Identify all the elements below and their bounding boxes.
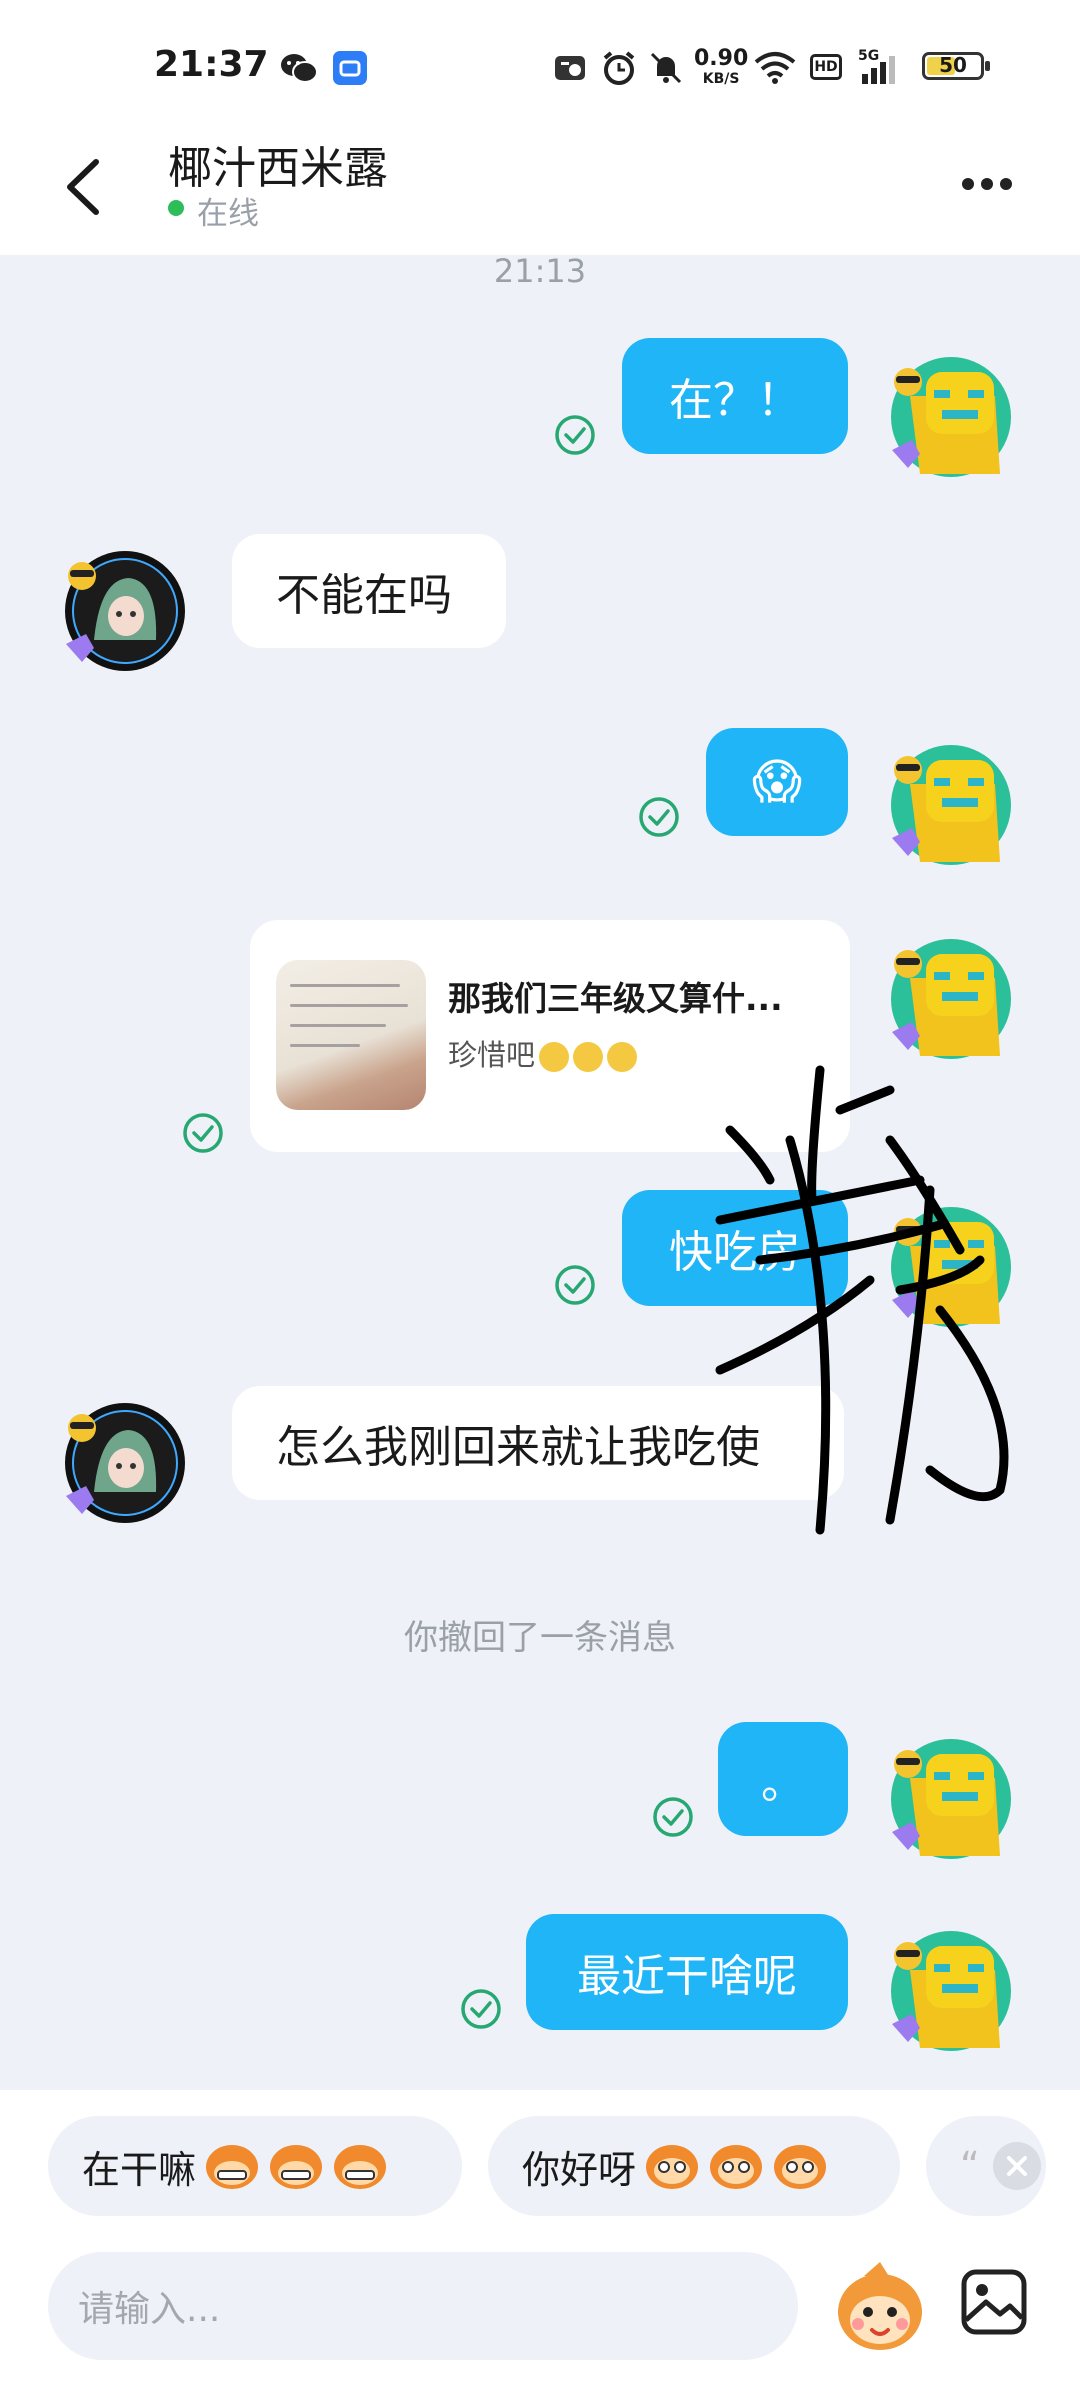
post-subtitle: 珍惜吧 [448,1032,638,1074]
incoming-message[interactable]: 怎么我刚回来就让我吃使 [232,1386,844,1500]
hd-icon: HD [810,54,842,80]
recalled-message-note: 你撤回了一条消息 [404,1618,676,1658]
status-time: 21:37 [154,44,269,85]
contact-avatar[interactable] [64,550,186,672]
post-title: 那我们三年级又算什... [448,979,783,1018]
monkey-emoji-icon [774,2145,827,2189]
quick-reply-chip[interactable]: 在干嘛 [48,2116,462,2216]
chat-timestamp: 21:13 [493,252,587,290]
signal-icon: 5G [858,48,904,84]
my-avatar[interactable] [890,938,1012,1060]
close-quick-replies-icon[interactable] [993,2142,1041,2190]
read-check-icon [554,414,596,456]
online-status-dot [168,200,184,216]
my-avatar[interactable] [890,1738,1012,1860]
outgoing-message[interactable]: 。 [718,1722,848,1836]
read-check-icon [554,1264,596,1306]
monkey-emoji-icon [206,2145,259,2189]
contact-avatar[interactable] [64,1402,186,1524]
composer-area: 在干嘛 你好呀 “ 请输入... [0,2090,1080,2400]
monkey-emoji-icon [270,2145,323,2189]
read-check-icon [460,1988,502,2030]
wechat-icon [281,54,318,83]
battery-icon: 50 [922,52,990,80]
quick-reply-chip[interactable]: 你好呀 [488,2116,900,2216]
my-avatar[interactable] [890,1930,1012,2052]
status-bar: 21:37 0.90 KB/S HD 5G 50 [0,0,1080,120]
monkey-emoji-icon [334,2145,387,2189]
net-speed: 0.90 KB/S [694,46,749,88]
my-avatar[interactable] [890,744,1012,866]
monkey-emoji-icon [646,2145,699,2189]
read-check-icon [638,796,680,838]
sticker-mascot-icon[interactable] [834,2260,926,2356]
more-options-icon[interactable] [962,175,1032,205]
contact-name[interactable]: 椰汁西米露 [168,132,388,196]
sad-face-icon [573,1042,604,1072]
monkey-emoji-icon [710,2145,763,2189]
outgoing-message[interactable]: 最近干啥呢 [526,1914,848,2030]
outgoing-message[interactable]: 快吃房 [622,1190,848,1306]
my-avatar[interactable] [890,1206,1012,1328]
mute-icon [650,52,682,84]
my-avatar[interactable] [890,356,1012,478]
chat-header: 椰汁西米露 在线 [0,120,1080,255]
outgoing-emoji-message[interactable]: 😱 [706,728,848,836]
nfc-icon [555,56,585,80]
alarm-icon [603,51,635,85]
shared-post-card[interactable]: 那我们三年级又算什... 珍惜吧 [250,920,850,1152]
image-gallery-icon[interactable] [960,2268,1028,2336]
notification-app-icon [333,51,367,85]
post-thumbnail [276,960,426,1110]
sad-face-icon [607,1042,638,1072]
online-status-text: 在线 [197,196,259,232]
back-arrow-icon[interactable] [56,152,116,222]
read-check-icon [652,1796,694,1838]
read-check-icon [182,1112,224,1154]
wifi-icon [754,52,796,84]
sad-face-icon [539,1042,570,1072]
outgoing-message[interactable]: 在？！ [622,338,848,454]
message-input[interactable]: 请输入... [48,2252,798,2360]
incoming-message[interactable]: 不能在吗 [232,534,506,648]
